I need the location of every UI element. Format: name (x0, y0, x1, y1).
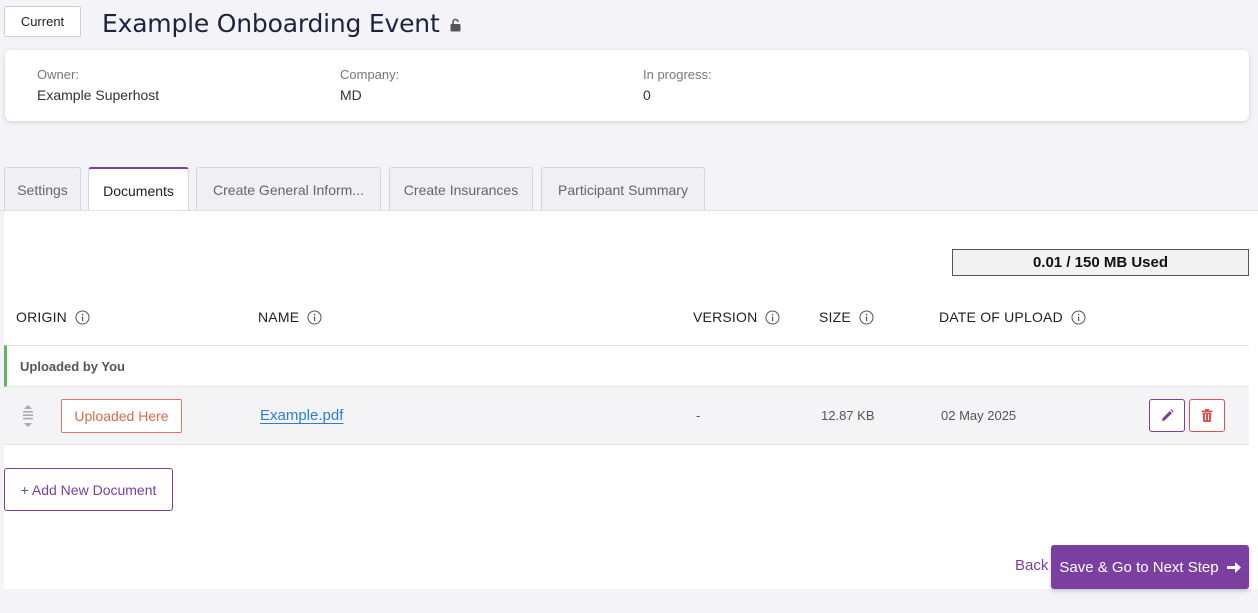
trash-icon (1201, 409, 1213, 422)
back-button[interactable]: Back (1015, 557, 1048, 574)
storage-usage: 0.01 / 150 MB Used (952, 249, 1249, 276)
column-size-label: SIZE (819, 309, 851, 325)
add-new-document-button[interactable]: + Add New Document (4, 468, 173, 511)
documents-panel: 0.01 / 150 MB Used ORIGIN NAME VERSION S… (4, 211, 1258, 589)
documents-table-header: ORIGIN NAME VERSION SIZE DATE OF UPLOAD (4, 309, 1249, 333)
origin-badge: Uploaded Here (61, 399, 182, 433)
tab-settings[interactable]: Settings (4, 167, 81, 211)
column-version: VERSION (693, 309, 780, 325)
progress-info: In progress: 0 (643, 67, 712, 103)
tab-participant-summary[interactable]: Participant Summary (541, 167, 705, 211)
column-origin-label: ORIGIN (16, 309, 67, 325)
column-name-label: NAME (258, 309, 300, 325)
arrow-right-icon (1226, 561, 1241, 574)
company-info: Company: MD (340, 67, 399, 103)
save-next-step-label: Save & Go to Next Step (1059, 558, 1219, 576)
document-upload-date: 02 May 2025 (941, 408, 1017, 423)
info-circle-icon[interactable] (1071, 310, 1086, 325)
owner-info: Owner: Example Superhost (37, 67, 159, 103)
progress-value: 0 (643, 87, 651, 103)
column-origin: ORIGIN (16, 309, 90, 325)
tab-create-insurances[interactable]: Create Insurances (389, 167, 533, 211)
column-date-label: DATE OF UPLOAD (939, 309, 1063, 325)
delete-document-button[interactable] (1189, 399, 1225, 432)
info-circle-icon[interactable] (859, 310, 874, 325)
page-title: Example Onboarding Event (102, 6, 464, 40)
unlock-icon (450, 14, 464, 32)
status-badge: Current (4, 6, 81, 37)
company-value: MD (340, 87, 362, 103)
tab-documents[interactable]: Documents (88, 167, 189, 212)
progress-label: In progress: (643, 67, 712, 82)
save-next-step-button[interactable]: Save & Go to Next Step (1051, 545, 1249, 589)
document-size: 12.87 KB (821, 408, 875, 423)
info-circle-icon[interactable] (765, 310, 780, 325)
pencil-icon (1161, 409, 1174, 422)
document-link[interactable]: Example.pdf (260, 407, 343, 424)
tab-create-general-information[interactable]: Create General Inform... (196, 167, 381, 211)
table-row: Uploaded Here Example.pdf - 12.87 KB 02 … (4, 387, 1249, 445)
info-circle-icon[interactable] (75, 310, 90, 325)
info-circle-icon[interactable] (307, 310, 322, 325)
column-size: SIZE (819, 309, 874, 325)
owner-value: Example Superhost (37, 87, 160, 103)
column-name: NAME (258, 309, 322, 325)
group-header: Uploaded by You (4, 345, 1249, 387)
top-bar: Current Example Onboarding Event (0, 0, 1258, 48)
event-info-card: Owner: Example Superhost Company: MD In … (5, 50, 1249, 121)
company-label: Company: (340, 67, 400, 82)
column-version-label: VERSION (693, 309, 758, 325)
column-date-of-upload: DATE OF UPLOAD (939, 309, 1086, 325)
drag-handle-icon[interactable] (22, 405, 34, 427)
event-title: Example Onboarding Event (102, 8, 440, 38)
tab-bar: Settings Documents Create General Inform… (0, 167, 1258, 212)
owner-label: Owner: (37, 67, 79, 82)
document-version: - (696, 408, 701, 423)
edit-document-button[interactable] (1149, 399, 1185, 432)
